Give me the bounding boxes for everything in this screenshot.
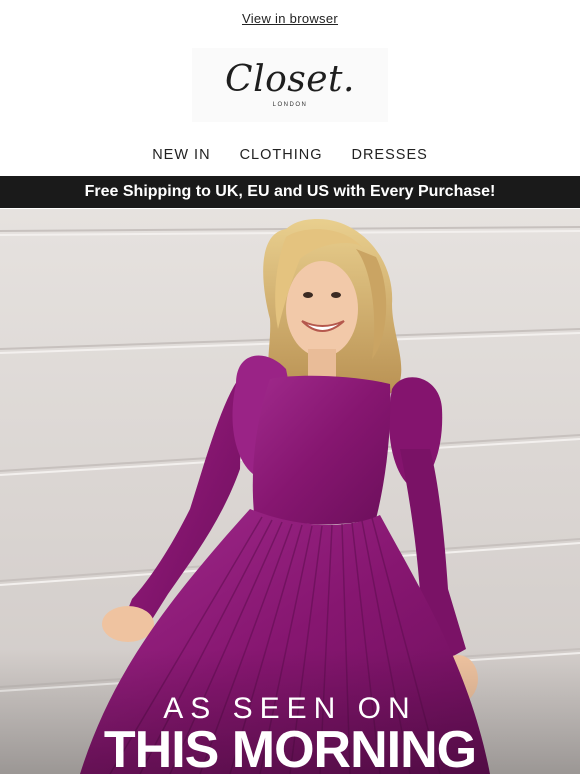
free-shipping-banner: Free Shipping to UK, EU and US with Ever… (0, 176, 580, 208)
hero-photo-illustration (0, 209, 580, 774)
logo-area: Closet. LONDON (0, 36, 580, 134)
nav-item-clothing[interactable]: CLOTHING (240, 147, 323, 163)
view-in-browser-link[interactable]: View in browser (242, 11, 338, 26)
logo-wordmark: Closet. (225, 59, 355, 100)
main-nav: NEW IN CLOTHING DRESSES (0, 134, 580, 176)
hero-headline-line2: THIS MORNING (103, 721, 477, 774)
nav-item-dresses[interactable]: DRESSES (351, 147, 427, 163)
free-shipping-text: Free Shipping to UK, EU and US with Ever… (84, 183, 496, 200)
nav-item-new-in[interactable]: NEW IN (152, 147, 210, 163)
hero-image[interactable]: AS SEEN ON THIS MORNING (0, 209, 580, 774)
logo-subtitle: LONDON (272, 102, 308, 108)
closet-london-logo[interactable]: Closet. LONDON (192, 48, 388, 122)
top-bar: View in browser (0, 0, 580, 36)
